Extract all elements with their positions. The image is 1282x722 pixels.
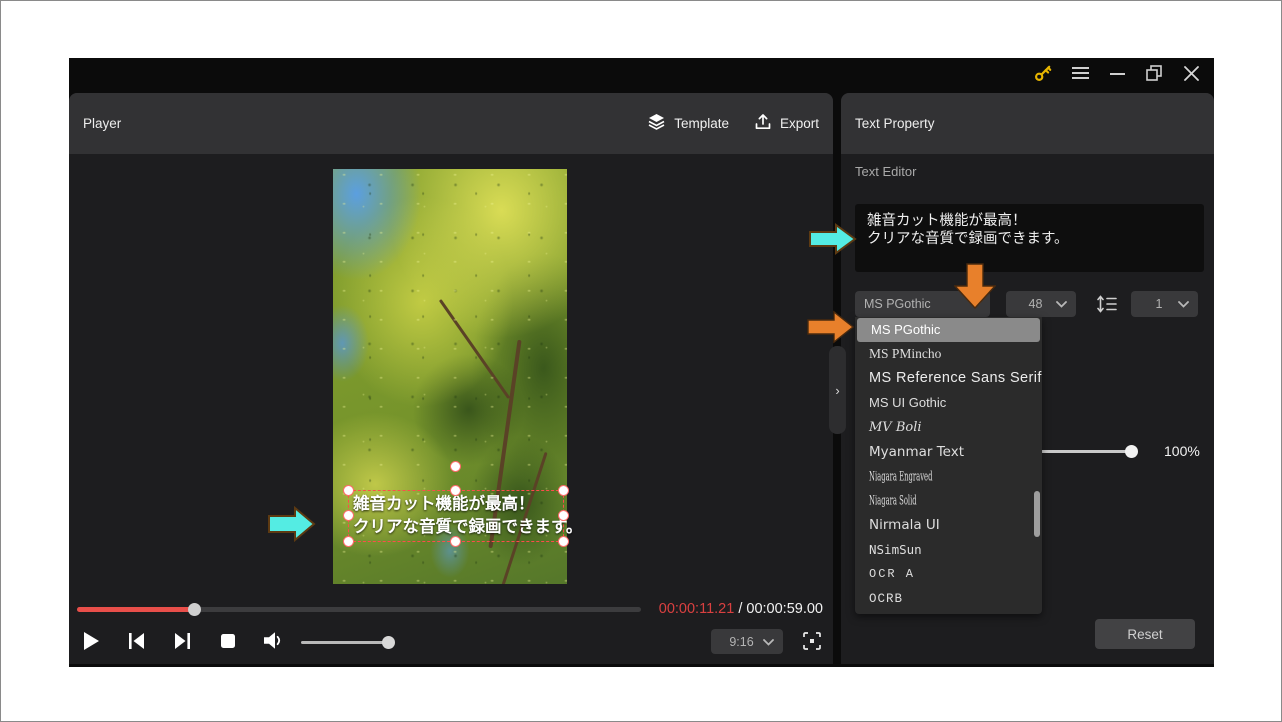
- layers-icon: [648, 114, 665, 133]
- font-option[interactable]: Niagara Engraved: [855, 464, 1042, 489]
- font-size-select[interactable]: 48: [1006, 291, 1076, 317]
- font-family-select[interactable]: MS PGothic: [855, 291, 990, 317]
- template-button[interactable]: Template: [648, 114, 729, 133]
- aspect-ratio-value: 9:16: [720, 635, 763, 649]
- font-option[interactable]: MV Boli: [855, 415, 1042, 440]
- panel-collapse-button[interactable]: ›: [829, 346, 846, 434]
- export-icon: [755, 114, 771, 133]
- reset-button[interactable]: Reset: [1095, 619, 1195, 649]
- time-current: 00:00:11.21: [659, 601, 735, 617]
- player-panel: Player Template Export: [69, 93, 833, 664]
- minimize-icon: [1110, 66, 1125, 85]
- font-option[interactable]: MS PMincho: [855, 342, 1042, 367]
- volume-handle[interactable]: [382, 636, 395, 649]
- font-option[interactable]: Myanmar Text: [855, 440, 1042, 465]
- fullscreen-button[interactable]: [801, 627, 823, 659]
- license-key-button[interactable]: [1034, 67, 1052, 85]
- font-option[interactable]: Old English Text MT: [855, 611, 1042, 614]
- chevron-down-icon: [970, 295, 981, 313]
- chevron-down-icon: [1178, 295, 1189, 313]
- rotation-handle[interactable]: [450, 461, 461, 472]
- subtitle-line1: 雑音カット機能が最高！: [353, 493, 582, 516]
- volume-slider[interactable]: [301, 641, 389, 644]
- text-property-title: Text Property: [855, 116, 935, 131]
- line-spacing-value: 1: [1140, 297, 1178, 311]
- volume-icon: [264, 632, 283, 654]
- selection-handle[interactable]: [558, 536, 569, 547]
- play-button[interactable]: [81, 627, 101, 659]
- line-spacing-select[interactable]: 1: [1131, 291, 1198, 317]
- previous-frame-icon: [128, 633, 145, 654]
- timeline-playhead[interactable]: [188, 603, 201, 616]
- text-editor-label: Text Editor: [855, 164, 916, 179]
- close-icon: [1184, 66, 1199, 86]
- editor-line2: クリアな音質で録画できます。: [867, 231, 1192, 249]
- previous-frame-button[interactable]: [126, 627, 146, 659]
- selection-handle[interactable]: [558, 510, 569, 521]
- selection-handle[interactable]: [450, 536, 461, 547]
- font-list-scrollbar[interactable]: [1034, 491, 1040, 537]
- timeline-progress: [77, 607, 194, 612]
- font-option[interactable]: OCRB: [855, 587, 1042, 612]
- font-list: MS PGothicMS PMinchoMS Reference Sans Se…: [855, 317, 1042, 614]
- next-frame-button[interactable]: [172, 627, 192, 659]
- selection-handle[interactable]: [343, 536, 354, 547]
- font-option[interactable]: Nirmala UI: [855, 513, 1042, 538]
- subtitle-overlay-text[interactable]: 雑音カット機能が最高！ クリアな音質で録画できます。: [353, 493, 582, 539]
- chevron-down-icon: [763, 633, 774, 651]
- text-editor-input[interactable]: 雑音カット機能が最高！ クリアな音質で録画できます。: [855, 204, 1204, 272]
- font-size-value: 48: [1015, 297, 1056, 311]
- menu-icon: [1072, 66, 1089, 85]
- selection-handle[interactable]: [450, 485, 461, 496]
- font-option[interactable]: MS PGothic: [857, 318, 1040, 342]
- font-option[interactable]: OCR A: [855, 562, 1042, 587]
- minimize-button[interactable]: [1108, 67, 1126, 85]
- key-icon: [1034, 64, 1052, 87]
- subtitle-selection-box[interactable]: 雑音カット機能が最高！ クリアな音質で録画できます。: [348, 490, 564, 542]
- restore-icon: [1146, 65, 1163, 87]
- export-label: Export: [780, 116, 819, 131]
- subtitle-line2: クリアな音質で録画できます。: [353, 516, 582, 539]
- restore-button[interactable]: [1145, 67, 1163, 85]
- font-option[interactable]: NSimSun: [855, 538, 1042, 563]
- font-option[interactable]: MS UI Gothic: [855, 391, 1042, 416]
- stop-button[interactable]: [219, 627, 237, 659]
- opacity-value: 100%: [1164, 443, 1200, 459]
- text-property-header: Text Property: [841, 93, 1214, 154]
- opacity-handle[interactable]: [1125, 445, 1138, 458]
- tree-branch: [439, 299, 510, 399]
- editor-line1: 雑音カット機能が最高！: [867, 213, 1192, 231]
- stop-icon: [221, 634, 235, 653]
- font-family-value: MS PGothic: [864, 297, 970, 311]
- transport-controls: 9:16: [69, 627, 833, 659]
- app-window: Player Template Export: [69, 58, 1214, 667]
- chevron-right-icon: ›: [835, 383, 839, 398]
- font-option[interactable]: Niagara Solid: [855, 489, 1042, 514]
- selection-handle[interactable]: [343, 510, 354, 521]
- aspect-ratio-select[interactable]: 9:16: [711, 629, 783, 654]
- volume-button[interactable]: [262, 627, 284, 659]
- time-display: 00:00:11.21 / 00:00:59.00: [659, 601, 823, 617]
- main-menu-button[interactable]: [1071, 67, 1089, 85]
- line-spacing-icon: [1097, 295, 1117, 313]
- play-icon: [84, 632, 99, 655]
- page-frame: Player Template Export: [0, 0, 1282, 722]
- player-title: Player: [83, 116, 121, 131]
- titlebar: [69, 58, 1214, 93]
- close-button[interactable]: [1182, 67, 1200, 85]
- template-label: Template: [674, 116, 729, 131]
- selection-handle[interactable]: [558, 485, 569, 496]
- timeline-track[interactable]: [77, 607, 641, 612]
- export-button[interactable]: Export: [755, 114, 819, 133]
- fullscreen-icon: [803, 632, 821, 655]
- chevron-down-icon: [1056, 295, 1067, 313]
- player-header: Player Template Export: [69, 93, 833, 154]
- next-frame-icon: [174, 633, 191, 654]
- text-property-panel: Text Property Text Editor 雑音カット機能が最高！ クリ…: [841, 93, 1214, 664]
- font-option[interactable]: MS Reference Sans Serif: [855, 366, 1042, 391]
- selection-handle[interactable]: [343, 485, 354, 496]
- time-total: 00:00:59.00: [746, 601, 823, 617]
